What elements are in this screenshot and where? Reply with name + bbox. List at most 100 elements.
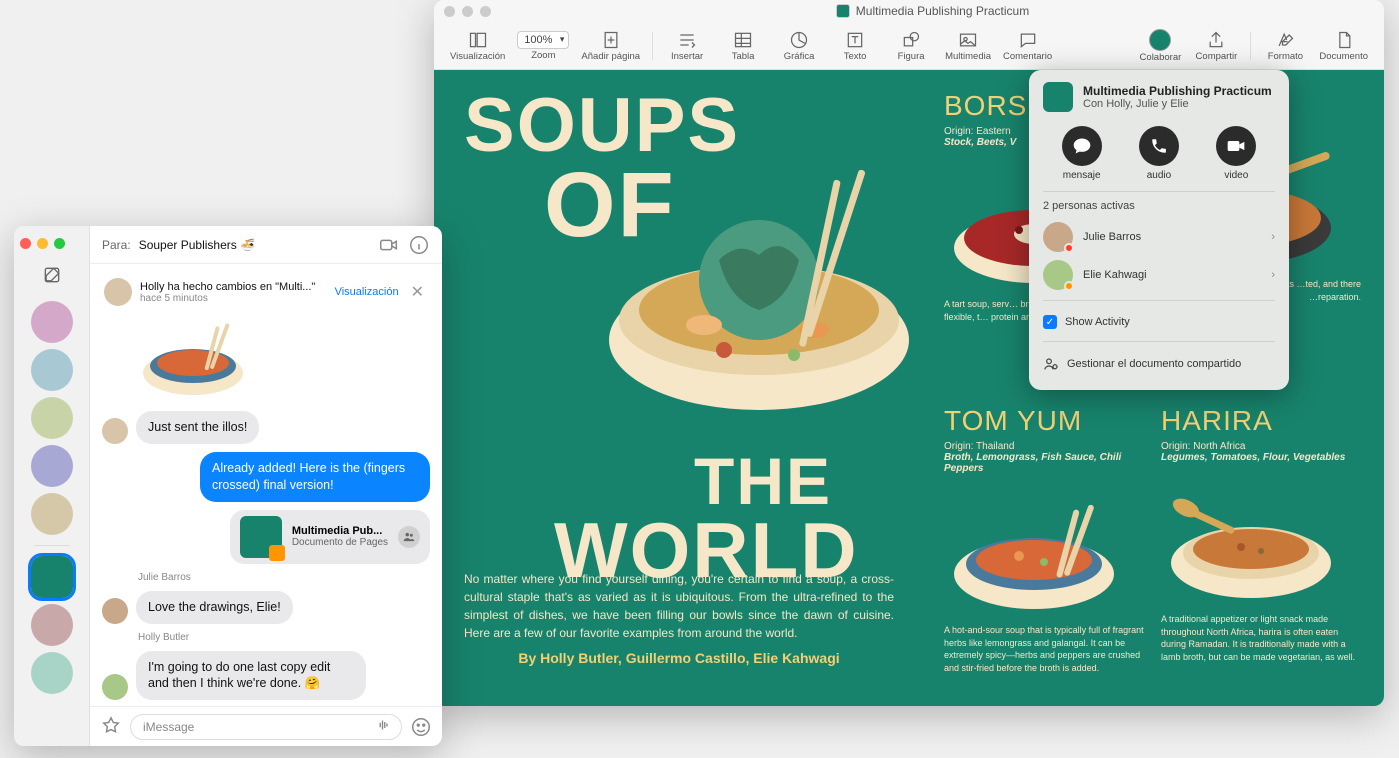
messages-footer: iMessage: [90, 706, 442, 746]
headline-2: THE WORLD: [464, 450, 859, 587]
traffic-lights[interactable]: [444, 6, 491, 17]
audio-wave-icon[interactable]: [375, 716, 393, 737]
byline: By Holly Butler, Guillermo Castillo, Eli…: [464, 650, 894, 666]
zoom-control[interactable]: 100% Zoom: [511, 28, 575, 64]
message-bubble: Just sent the illos!: [136, 411, 259, 444]
insert-icon: [677, 30, 697, 50]
message-bubble: I'm going to do one last copy edit and t…: [136, 651, 366, 701]
media-icon: [958, 30, 978, 50]
video-icon: [1216, 126, 1256, 166]
sidebar-conversation-2[interactable]: [31, 349, 73, 391]
document-attachment[interactable]: Multimedia Pub... Documento de Pages: [230, 510, 430, 564]
chart-icon: [789, 30, 809, 50]
hero-bowl-illustration: [594, 160, 924, 430]
sidebar-conversation-4[interactable]: [31, 445, 73, 487]
sidebar-conversation-7[interactable]: [31, 652, 73, 694]
messages-window: Para: Souper Publishers 🍜 Holly ha hecho…: [14, 226, 442, 746]
view-icon: [468, 30, 488, 50]
apps-icon[interactable]: [100, 716, 122, 738]
pages-titlebar: Multimedia Publishing Practicum: [434, 0, 1384, 22]
shape-button[interactable]: Figura: [883, 27, 939, 65]
pages-window: Multimedia Publishing Practicum Visualiz…: [434, 0, 1384, 706]
table-button[interactable]: Tabla: [715, 27, 771, 65]
insert-button[interactable]: Insertar: [659, 27, 715, 65]
conversation-name: Souper Publishers 🍜: [139, 238, 255, 252]
document-button[interactable]: Documento: [1313, 27, 1374, 65]
avatar-holly: [102, 674, 128, 700]
avatar-julie: [102, 598, 128, 624]
banner-avatar: [104, 278, 132, 306]
sender-label: Holly Butler: [138, 632, 430, 643]
share-icon: [1206, 30, 1226, 50]
pages-toolbar: Visualización 100% Zoom Añadir página In…: [434, 22, 1384, 70]
active-people-header: 2 personas activas: [1043, 200, 1275, 212]
messages-sidebar: [14, 226, 90, 746]
format-icon: [1275, 30, 1295, 50]
people-gear-icon: [1043, 356, 1059, 372]
collab-subtitle: Con Holly, Julie y Elie: [1083, 98, 1272, 110]
addpage-button[interactable]: Añadir página: [575, 27, 646, 65]
status-dot-icon: [1064, 243, 1074, 253]
people-icon: [398, 526, 420, 548]
format-button[interactable]: Formato: [1257, 27, 1313, 65]
banner-view-link[interactable]: Visualización: [335, 286, 399, 298]
avatar-julie: [1043, 222, 1073, 252]
shape-icon: [901, 30, 921, 50]
collab-doc-thumb: [1043, 82, 1073, 112]
activity-banner: Holly ha hecho cambios en "Multi..." hac…: [102, 274, 430, 318]
traffic-lights[interactable]: [14, 234, 65, 259]
manage-document-row[interactable]: Gestionar el documento compartido: [1043, 350, 1275, 378]
harira-illustration: [1161, 473, 1341, 603]
attach-thumb-icon: [240, 516, 282, 558]
messages-body[interactable]: Holly ha hecho cambios en "Multi..." hac…: [90, 264, 442, 706]
intro-text: No matter where you find yourself dining…: [464, 570, 894, 642]
soup-tomyum: TOM YUM Origin: Thailand Broth, Lemongra…: [944, 405, 1144, 674]
sidebar-conversation-1[interactable]: [31, 301, 73, 343]
message-input[interactable]: iMessage: [130, 714, 402, 740]
close-icon[interactable]: ✕: [407, 282, 428, 302]
collab-message-button[interactable]: mensaje: [1062, 126, 1102, 181]
show-activity-row[interactable]: ✓ Show Activity: [1043, 309, 1275, 335]
compose-icon[interactable]: [42, 265, 62, 285]
facetime-icon[interactable]: [378, 234, 400, 256]
sidebar-conversation-6[interactable]: [31, 604, 73, 646]
text-button[interactable]: Texto: [827, 27, 883, 65]
plus-page-icon: [601, 30, 621, 50]
comment-icon: [1018, 30, 1038, 50]
emoji-icon[interactable]: [410, 716, 432, 738]
zoom-value[interactable]: 100%: [517, 31, 569, 49]
info-icon[interactable]: [408, 234, 430, 256]
message-bubble-own: Already added! Here is the (fingers cros…: [200, 452, 430, 502]
chart-button[interactable]: Gráfica: [771, 27, 827, 65]
chevron-right-icon: ›: [1271, 231, 1275, 243]
message-bubble: Love the drawings, Elie!: [136, 591, 293, 624]
messages-header: Para: Souper Publishers 🍜: [90, 226, 442, 264]
soup-harira: HARIRA Origin: North Africa Legumes, Tom…: [1161, 405, 1361, 663]
phone-icon: [1139, 126, 1179, 166]
person-julie[interactable]: Julie Barros ›: [1043, 218, 1275, 256]
collab-title: Multimedia Publishing Practicum: [1083, 84, 1272, 98]
collab-audio-button[interactable]: audio: [1139, 126, 1179, 181]
sender-label: Julie Barros: [138, 572, 430, 583]
avatar-elie: [1043, 260, 1073, 290]
collab-video-button[interactable]: video: [1216, 126, 1256, 181]
collab-avatar-icon: [1149, 29, 1171, 51]
table-icon: [733, 30, 753, 50]
checkbox-checked-icon[interactable]: ✓: [1043, 315, 1057, 329]
image-attachment[interactable]: [138, 318, 430, 403]
chevron-right-icon: ›: [1271, 269, 1275, 281]
messages-main: Para: Souper Publishers 🍜 Holly ha hecho…: [90, 226, 442, 746]
view-button[interactable]: Visualización: [444, 27, 511, 65]
sidebar-conversation-3[interactable]: [31, 397, 73, 439]
sidebar-conversation-5[interactable]: [31, 493, 73, 535]
document-title: Multimedia Publishing Practicum: [491, 4, 1374, 18]
share-button[interactable]: Compartir: [1188, 27, 1244, 65]
person-elie[interactable]: Elie Kahwagi ›: [1043, 256, 1275, 294]
media-button[interactable]: Multimedia: [939, 27, 997, 65]
comment-button[interactable]: Comentario: [997, 27, 1058, 65]
sidebar-conversation-selected[interactable]: [31, 556, 73, 598]
doc-thumb-icon: [836, 4, 850, 18]
collab-button[interactable]: Colaborar: [1132, 26, 1188, 66]
text-icon: [845, 30, 865, 50]
to-label: Para:: [102, 238, 131, 252]
